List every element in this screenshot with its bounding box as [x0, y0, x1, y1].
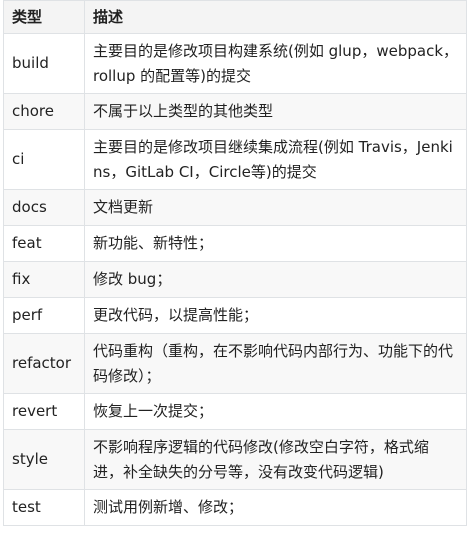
table-row: style 不影响程序逻辑的代码修改(修改空白字符，格式缩进，补全缺失的分号等，… — [3, 429, 467, 490]
column-header-description: 描述 — [84, 0, 467, 34]
type-cell: perf — [3, 297, 85, 334]
description-cell: 主要目的是修改项目继续集成流程(例如 Travis，Jenkins，GitLab… — [84, 129, 467, 190]
table-header: 类型 描述 — [3, 0, 467, 34]
type-cell: fix — [3, 261, 85, 298]
table-body: build 主要目的是修改项目构建系统(例如 glup，webpack，roll… — [3, 33, 467, 526]
type-cell: test — [3, 489, 85, 526]
commit-types-table: 类型 描述 build 主要目的是修改项目构建系统(例如 glup，webpac… — [3, 0, 467, 526]
description-cell: 代码重构（重构，在不影响代码内部行为、功能下的代码修改）； — [84, 333, 467, 394]
description-cell: 修改 bug； — [84, 261, 467, 298]
table-row: revert 恢复上一次提交； — [3, 393, 467, 430]
description-cell: 测试用例新增、修改； — [84, 489, 467, 526]
type-cell: docs — [3, 189, 85, 226]
description-cell: 文档更新 — [84, 189, 467, 226]
description-cell: 主要目的是修改项目构建系统(例如 glup，webpack，rollup 的配置… — [84, 33, 467, 94]
type-cell: revert — [3, 393, 85, 430]
description-cell: 更改代码，以提高性能； — [84, 297, 467, 334]
type-cell: refactor — [3, 333, 85, 394]
header-row: 类型 描述 — [3, 0, 467, 34]
column-header-type: 类型 — [3, 0, 85, 34]
table-row: refactor 代码重构（重构，在不影响代码内部行为、功能下的代码修改）； — [3, 333, 467, 394]
table-row: feat 新功能、新特性； — [3, 225, 467, 262]
table-row: build 主要目的是修改项目构建系统(例如 glup，webpack，roll… — [3, 33, 467, 94]
type-cell: feat — [3, 225, 85, 262]
description-cell: 恢复上一次提交； — [84, 393, 467, 430]
description-cell: 新功能、新特性； — [84, 225, 467, 262]
table-row: test 测试用例新增、修改； — [3, 489, 467, 526]
description-cell: 不影响程序逻辑的代码修改(修改空白字符，格式缩进，补全缺失的分号等，没有改变代码… — [84, 429, 467, 490]
table-row: fix 修改 bug； — [3, 261, 467, 298]
table-row: perf 更改代码，以提高性能； — [3, 297, 467, 334]
type-cell: chore — [3, 93, 85, 130]
table-row: chore 不属于以上类型的其他类型 — [3, 93, 467, 130]
type-cell: ci — [3, 129, 85, 190]
description-cell: 不属于以上类型的其他类型 — [84, 93, 467, 130]
type-cell: build — [3, 33, 85, 94]
table-row: docs 文档更新 — [3, 189, 467, 226]
table-row: ci 主要目的是修改项目继续集成流程(例如 Travis，Jenkins，Git… — [3, 129, 467, 190]
type-cell: style — [3, 429, 85, 490]
